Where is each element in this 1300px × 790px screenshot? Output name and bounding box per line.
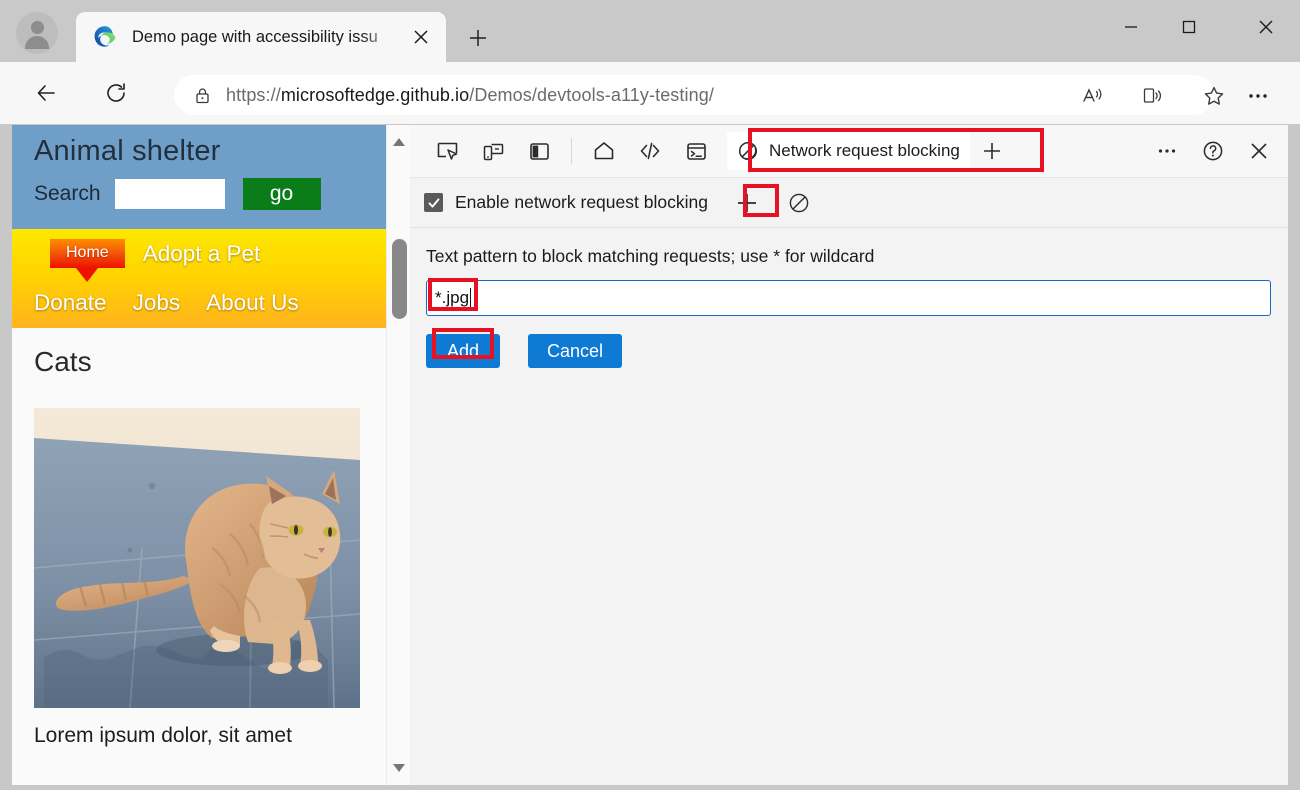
page-viewport: Animal shelter Search go Home Adopt a Pe…: [12, 125, 400, 785]
avatar-head-icon: [31, 21, 44, 34]
devtools-more-ellipsis-icon[interactable]: [1144, 131, 1190, 171]
close-button[interactable]: [1243, 10, 1289, 44]
devtools-toolbar-right: [1144, 125, 1282, 177]
favorites-star-icon[interactable]: [1196, 78, 1232, 114]
reload-icon[interactable]: [93, 76, 139, 110]
scrollbar-thumb[interactable]: [392, 239, 407, 319]
maximize-button[interactable]: [1166, 10, 1212, 44]
scroll-up-arrow-icon[interactable]: [387, 131, 411, 153]
section-heading-cats: Cats: [12, 328, 400, 378]
nav-item-about-us[interactable]: About Us: [206, 290, 299, 316]
text-caret: [470, 288, 471, 307]
add-button[interactable]: Add: [426, 334, 500, 368]
browser-tab[interactable]: Demo page with accessibility issu: [76, 12, 446, 62]
toolbar-divider: [571, 138, 572, 164]
block-circle-icon: [737, 140, 759, 162]
url-scheme: https://: [226, 85, 281, 105]
site-header: Animal shelter Search go: [12, 125, 400, 229]
site-navigation: Home Adopt a Pet Donate Jobs About Us: [12, 229, 400, 328]
tab-close-icon[interactable]: [404, 20, 438, 54]
search-input[interactable]: [115, 179, 225, 209]
nav-item-donate[interactable]: Donate: [34, 290, 107, 316]
device-emulation-icon[interactable]: [470, 131, 516, 171]
pattern-input-value: *.jpg: [435, 288, 469, 307]
url-text: https://microsoftedge.github.io/Demos/de…: [226, 85, 714, 106]
page-scrollbar[interactable]: [386, 125, 410, 785]
inspect-icon[interactable]: [424, 131, 470, 171]
pattern-input-text: *.jpg: [427, 288, 471, 308]
site-search-row: Search go: [34, 178, 400, 210]
nav-row-secondary: Donate Jobs About Us: [12, 278, 400, 327]
add-pattern-plus-button[interactable]: [730, 188, 764, 218]
network-request-blocking-tab-label: Network request blocking: [769, 141, 960, 161]
devtools-help-icon[interactable]: [1190, 131, 1236, 171]
pattern-button-row: Add Cancel: [426, 334, 1288, 368]
enable-blocking-label: Enable network request blocking: [455, 192, 708, 213]
console-icon[interactable]: [673, 131, 719, 171]
new-tab-button[interactable]: [458, 20, 498, 56]
add-panel-button[interactable]: [970, 131, 1014, 171]
lock-icon: [190, 86, 214, 105]
enable-blocking-checkbox[interactable]: [424, 193, 443, 212]
minimize-button[interactable]: [1108, 10, 1154, 44]
nav-active-arrow-icon: [76, 268, 98, 282]
url-host: microsoftedge.github.io: [281, 85, 469, 105]
remove-all-patterns-button[interactable]: [782, 188, 816, 218]
cancel-button[interactable]: Cancel: [528, 334, 622, 368]
go-button[interactable]: go: [243, 178, 321, 210]
devtools-close-icon[interactable]: [1236, 131, 1282, 171]
nav-item-home-label: Home: [66, 244, 109, 261]
network-request-blocking-content: Enable network request blocking Text pat…: [410, 177, 1288, 785]
home-icon[interactable]: [581, 131, 627, 171]
url-path: /Demos/devtools-a11y-testing/: [469, 85, 714, 105]
immersive-reader-icon[interactable]: [1135, 78, 1171, 114]
image-caption: Lorem ipsum dolor, sit amet: [12, 708, 400, 748]
cat-photo: [34, 408, 360, 708]
nav-item-home[interactable]: Home: [50, 239, 125, 268]
network-request-blocking-tab[interactable]: Network request blocking: [727, 132, 970, 170]
pattern-input[interactable]: *.jpg: [426, 280, 1271, 316]
browser-window: Demo page with accessibility issu: [0, 0, 1300, 790]
nav-item-adopt-a-pet[interactable]: Adopt a Pet: [143, 241, 261, 267]
enable-blocking-row: Enable network request blocking: [410, 178, 1288, 228]
edge-logo-icon: [92, 24, 118, 50]
elements-icon[interactable]: [627, 131, 673, 171]
back-icon[interactable]: [24, 76, 70, 110]
dock-side-icon[interactable]: [516, 131, 562, 171]
read-aloud-icon[interactable]: [1075, 78, 1111, 114]
avatar-body-icon: [25, 36, 49, 49]
browser-settings-ellipsis-icon[interactable]: [1240, 78, 1276, 114]
tab-title: Demo page with accessibility issu: [132, 28, 404, 47]
tab-strip: Demo page with accessibility issu: [0, 0, 1300, 62]
scroll-down-arrow-icon[interactable]: [387, 757, 411, 779]
devtools-panel: Network request blocking: [410, 125, 1288, 785]
site-title: Animal shelter: [34, 135, 400, 168]
address-bar[interactable]: https://microsoftedge.github.io/Demos/de…: [174, 75, 1214, 115]
nav-item-jobs[interactable]: Jobs: [133, 290, 181, 316]
profile-avatar[interactable]: [16, 12, 58, 54]
pattern-label: Text pattern to block matching requests;…: [410, 228, 1288, 267]
search-label: Search: [34, 182, 101, 206]
devtools-toolbar: Network request blocking: [410, 125, 1288, 177]
nav-row-primary: Home Adopt a Pet: [12, 229, 400, 278]
